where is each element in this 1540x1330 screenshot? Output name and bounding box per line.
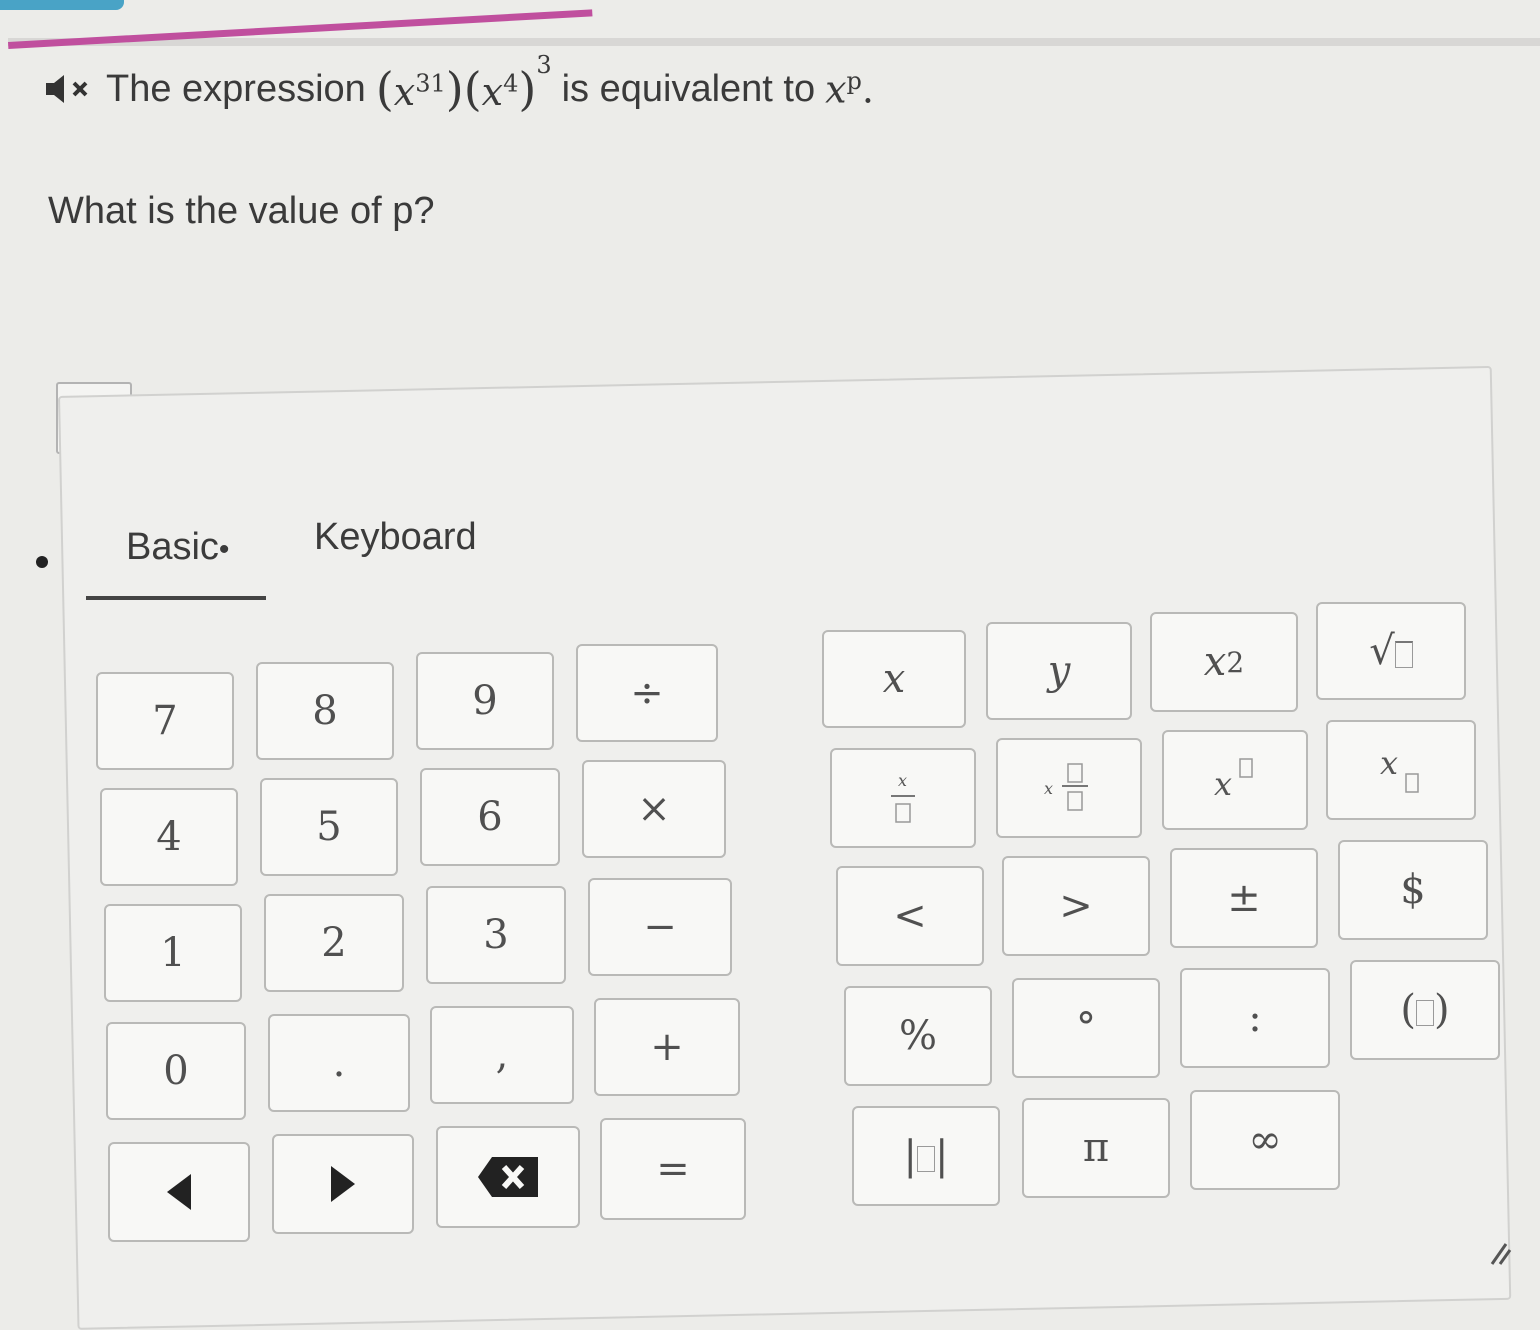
absolute-value-icon: | | [903,1133,949,1179]
question-middle: is equivalent to [561,67,816,110]
key-percent[interactable]: % [844,986,992,1086]
key-y[interactable]: y [986,622,1132,720]
tab-active-underline [86,596,266,600]
key-decimal[interactable]: . [268,1014,410,1112]
backspace-icon [478,1157,538,1197]
left-arrow-icon [167,1174,191,1210]
bullet-dot [36,556,48,568]
key-x-power[interactable]: x [1162,730,1308,830]
svg-text:x: x [1044,779,1053,798]
sqrt-icon: √ [1369,628,1413,674]
key-equals[interactable]: = [600,1118,746,1220]
key-x-squared[interactable]: x2 [1150,612,1298,712]
speaker-mute-icon[interactable] [42,69,96,109]
key-x-subscript[interactable]: x [1326,720,1476,820]
question-prompt: What is the value of p? [48,190,435,232]
key-4[interactable]: 4 [100,788,238,886]
tab-basic[interactable]: Basic• [126,526,229,569]
svg-text:x: x [898,771,907,790]
key-dollar[interactable]: $ [1338,840,1488,940]
key-minus[interactable]: − [588,878,732,976]
resize-handle-icon[interactable] [1488,1240,1514,1266]
key-fraction[interactable]: x [830,748,976,848]
question-text: The expression (x31)(x4)3 is equivalent … [42,51,875,116]
svg-text:x: x [1380,744,1398,782]
key-1[interactable]: 1 [104,904,242,1002]
key-parentheses[interactable]: () [1350,960,1500,1060]
progress-fill [8,2,593,48]
key-5[interactable]: 5 [260,778,398,876]
key-less-than[interactable]: < [836,866,984,966]
key-x[interactable]: x [822,630,966,728]
exponent-icon: x [1214,758,1253,803]
key-multiply[interactable]: × [582,760,726,858]
fraction-icon: x [891,771,915,823]
key-0[interactable]: 0 [106,1022,246,1120]
key-backspace[interactable] [436,1126,580,1228]
key-9[interactable]: 9 [416,652,554,750]
key-6[interactable]: 6 [420,768,560,866]
key-8[interactable]: 8 [256,662,394,760]
key-comma[interactable]: , [430,1006,574,1104]
rhs-expression: xp. [825,66,875,112]
key-right[interactable] [272,1134,414,1234]
key-colon[interactable]: : [1180,968,1330,1068]
key-left[interactable] [108,1142,250,1242]
key-pi[interactable]: π [1022,1098,1170,1198]
expression: (x31)(x4)3 [375,51,552,116]
key-degree[interactable]: ° [1012,978,1160,1078]
tab-keyboard[interactable]: Keyboard [314,516,477,559]
key-3[interactable]: 3 [426,886,566,984]
key-2[interactable]: 2 [264,894,404,992]
key-7[interactable]: 7 [96,672,234,770]
right-arrow-icon [331,1166,355,1202]
key-sqrt[interactable]: √ [1316,602,1466,700]
parentheses-icon: () [1400,987,1450,1033]
key-mixed-fraction[interactable]: x [996,738,1142,838]
question-prefix: The expression [106,67,366,110]
key-plus-minus[interactable]: ± [1170,848,1318,948]
key-infinity[interactable]: ∞ [1190,1090,1340,1190]
key-plus[interactable]: + [594,998,740,1096]
subscript-icon: x [1380,744,1419,793]
svg-text:x: x [1214,765,1232,803]
key-divide[interactable]: ÷ [576,644,718,742]
key-greater-than[interactable]: > [1002,856,1150,956]
mixed-fraction-icon: x [1044,763,1088,811]
key-absolute-value[interactable]: | | [852,1106,1000,1206]
